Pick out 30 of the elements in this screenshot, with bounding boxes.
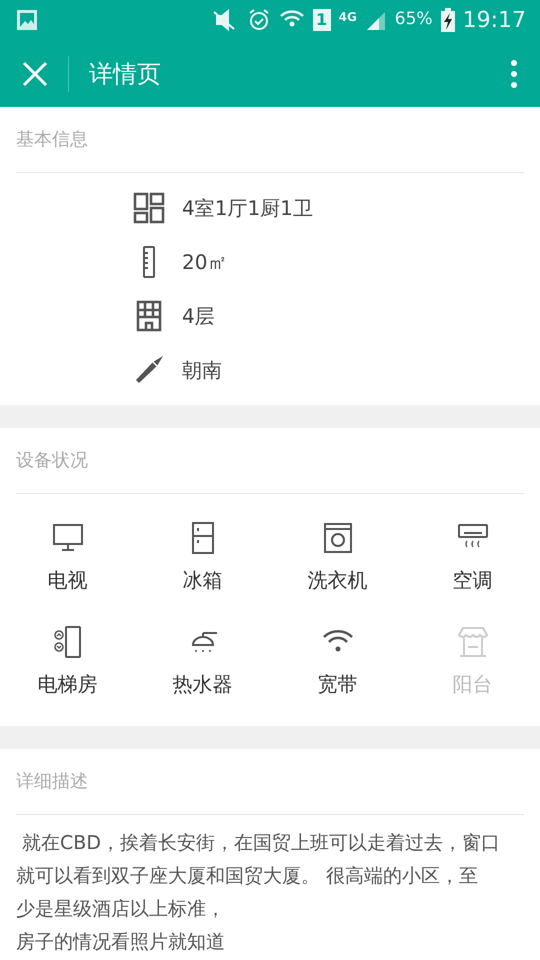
- alarm-icon: [246, 8, 271, 32]
- facility-label: 空调: [452, 567, 492, 594]
- battery-percent: 65%: [394, 8, 433, 32]
- facility-label: 热水器: [172, 671, 232, 698]
- sim-indicator: 1: [312, 9, 331, 31]
- description-text: 少是星级酒店以上标准，: [16, 897, 226, 922]
- rooms-icon: [133, 192, 165, 224]
- clock: 19:17: [462, 6, 526, 34]
- section-title: 设备状况: [16, 428, 524, 494]
- section-title: 详细描述: [16, 749, 524, 815]
- facility-label: 宽带: [318, 671, 358, 698]
- facility-label: 冰箱: [182, 567, 222, 594]
- description-text: 房子的情况看照片就知道: [16, 930, 226, 955]
- facility-label: 电视: [48, 567, 88, 594]
- info-text: 4层: [182, 303, 215, 330]
- facility-label: 阳台: [452, 671, 492, 698]
- description-text: 就可以看到双子座大厦和国贸大厦。 很高端的小区，至: [16, 864, 480, 889]
- section-title: 基本信息: [16, 107, 524, 173]
- info-text: 朝南: [182, 357, 222, 384]
- info-text: 20㎡: [182, 249, 228, 276]
- more-icon[interactable]: [510, 58, 518, 88]
- page-title: 详情页: [89, 58, 161, 90]
- network-type: 4G: [338, 8, 357, 26]
- facility-label: 洗衣机: [308, 567, 368, 594]
- description-text: 就在CBD，挨着长安街，在国贸上班可以走着过去，窗口: [21, 831, 501, 856]
- battery-charging-icon: [440, 8, 455, 32]
- info-text: 4室1厅1厨1卫: [182, 195, 313, 222]
- gallery-icon: [16, 9, 38, 31]
- close-icon[interactable]: [22, 60, 48, 86]
- facility-label: 电梯房: [38, 671, 98, 698]
